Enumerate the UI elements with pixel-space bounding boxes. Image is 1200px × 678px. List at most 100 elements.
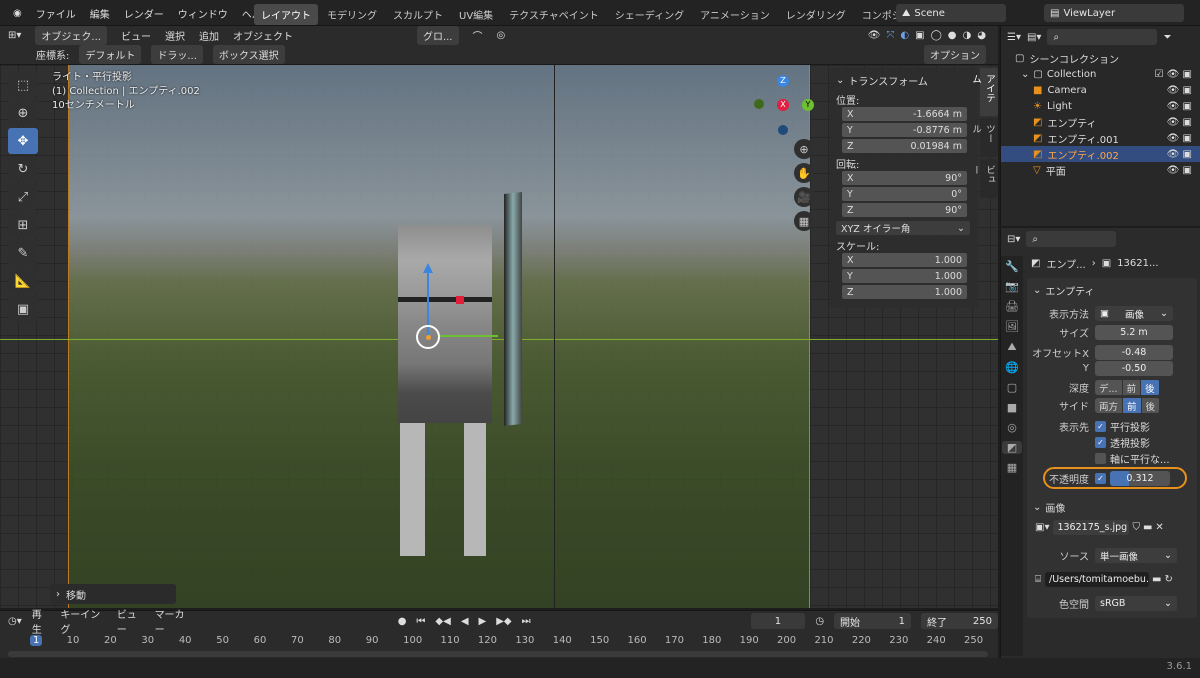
current-frame-field[interactable]: 1 [750, 613, 806, 629]
viewlayer-selector[interactable]: ▤ ViewLayer [1044, 4, 1184, 22]
gizmo-z-icon[interactable]: Z [777, 75, 789, 87]
colorspace-dropdown[interactable]: sRGB ⌄ [1095, 596, 1177, 611]
zoom-icon[interactable]: ⊕ [794, 139, 814, 159]
rotation-mode-dropdown[interactable]: XYZ オイラー角 ⌄ [836, 221, 970, 235]
frame-ruler[interactable]: 1 10 20 30 40 50 60 70 80 90 100 110 120 130 140 150 160… [0, 633, 998, 649]
box-select-dropdown[interactable]: ボックス選択 [212, 45, 285, 64]
solid-icon[interactable]: ● [948, 30, 957, 41]
tab-layout[interactable]: レイアウト [254, 4, 318, 25]
opacity-slider[interactable]: 0.312 [1110, 471, 1170, 486]
physics-tab-icon[interactable]: ◎ [1007, 421, 1017, 434]
timeline-view-menu[interactable]: ビュー [117, 606, 145, 636]
play-icon[interactable]: ▶ [479, 616, 487, 627]
image-name-field[interactable]: 1362175_s.jpg [1053, 520, 1130, 535]
filepath-field[interactable]: /Users/tomitamoebu... [1045, 572, 1149, 587]
outliner-item-empty[interactable]: ◩ エンプティ 👁 ▣ [1001, 114, 1200, 130]
rotation-z-field[interactable]: Z 90° [842, 203, 967, 217]
measure-tool-icon[interactable]: 📐 [8, 268, 38, 294]
depth-default-option[interactable]: デ... [1095, 380, 1122, 395]
blender-logo-icon[interactable]: ◉ [6, 8, 29, 19]
outliner-item-empty-002[interactable]: ◩ エンプティ.002 👁 ▣ [1001, 146, 1200, 162]
collection-tab-icon[interactable]: ▢ [1007, 381, 1017, 394]
wireframe-icon[interactable]: ◯ [931, 30, 942, 41]
outliner-item-light[interactable]: ☀ Light 👁 ▣ [1001, 98, 1200, 114]
gizmo-plane-handle[interactable] [456, 296, 464, 304]
annotate-tool-icon[interactable]: ✎ [8, 240, 38, 266]
perspective-checkbox[interactable]: ✓ [1095, 437, 1106, 448]
display-dropdown[interactable]: ▣ 画像 ⌄ [1095, 306, 1173, 321]
jump-end-icon[interactable]: ⏭ [522, 616, 531, 627]
jump-start-icon[interactable]: ⏮ [416, 616, 425, 627]
play-reverse-icon[interactable]: ◀ [461, 616, 469, 627]
editor-type-icon[interactable]: ⊞▾ [8, 30, 21, 41]
gizmo-y-icon[interactable]: Y [802, 99, 814, 111]
gizmo-y-arrow[interactable] [438, 335, 498, 337]
properties-search-input[interactable]: ⌕ [1026, 231, 1117, 247]
timeline-scrollbar[interactable] [8, 651, 988, 657]
xray-icon[interactable]: ▣ [915, 30, 924, 41]
depth-front-option[interactable]: 前 [1122, 380, 1141, 395]
proportional-icon[interactable]: ◎ [497, 30, 506, 41]
empty-section-header[interactable]: ⌄ エンプティ [1033, 283, 1095, 298]
side-back-option[interactable]: 後 [1141, 398, 1160, 413]
overlay-icon[interactable]: ◐ [900, 30, 909, 41]
axis-aligned-checkbox[interactable] [1095, 453, 1106, 464]
size-field[interactable]: 5.2 m [1095, 325, 1173, 340]
scale-tool-icon[interactable]: ⤢ [8, 184, 38, 210]
options-dropdown[interactable]: オプション [924, 45, 986, 64]
ortho-checkbox[interactable]: ✓ [1095, 421, 1106, 432]
empty-image-block[interactable] [398, 225, 492, 423]
orientation-dropdown[interactable]: グロ... [416, 26, 459, 45]
menu-window[interactable]: ウィンドウ [171, 6, 235, 21]
drag-dropdown[interactable]: ドラッ... [151, 45, 203, 64]
outliner-collection[interactable]: ⌄ ▢ Collection ☑ 👁 ▣ [1001, 66, 1200, 82]
source-dropdown[interactable]: 単一画像 ⌄ [1095, 548, 1177, 563]
timeline-editor-icon[interactable]: ◷▾ [8, 616, 22, 627]
outliner-scene-collection[interactable]: ▢ シーンコレクション [1001, 50, 1200, 66]
location-z-field[interactable]: Z 0.01984 m [842, 139, 967, 153]
end-frame-field[interactable]: 終了 250 [921, 613, 998, 629]
ortho-grid-icon[interactable]: ▦ [794, 211, 814, 231]
gizmo-x-icon[interactable]: X [777, 99, 789, 111]
output-tab-icon[interactable]: 🖨 [1005, 300, 1019, 313]
side-front-option[interactable]: 前 [1123, 398, 1141, 413]
select-tool-icon[interactable]: ⬚ [8, 72, 38, 98]
tab-tool[interactable]: ツール [970, 118, 998, 157]
menu-add[interactable]: 追加 [199, 28, 219, 43]
tab-animation[interactable]: アニメーション [693, 4, 777, 25]
tab-item[interactable]: アイテム [970, 68, 998, 116]
tab-uv[interactable]: UV編集 [452, 4, 500, 25]
add-cube-tool-icon[interactable]: ▣ [8, 296, 38, 322]
reload-icon[interactable]: ↻ [1164, 574, 1172, 585]
object-tab-icon[interactable]: ■ [1007, 401, 1017, 414]
side-both-option[interactable]: 両方 [1095, 398, 1123, 413]
playback-menu[interactable]: 再生 [32, 606, 51, 636]
prev-key-icon[interactable]: ◆◀ [435, 616, 450, 627]
menu-view[interactable]: ビュー [121, 28, 151, 43]
image-section-header[interactable]: ⌄ 画像 [1033, 500, 1065, 515]
menu-object[interactable]: オブジェクト [233, 28, 293, 43]
offset-y-field[interactable]: -0.50 [1095, 361, 1173, 376]
texture-tab-icon[interactable]: ▦ [1007, 461, 1017, 474]
location-y-field[interactable]: Y -0.8776 m [842, 123, 967, 137]
scale-x-field[interactable]: X 1.000 [842, 253, 967, 267]
gizmo-icon[interactable]: ⤧ [886, 30, 894, 41]
scale-y-field[interactable]: Y 1.000 [842, 269, 967, 283]
close-icon[interactable]: ✕ [1155, 522, 1163, 533]
tab-texture-paint[interactable]: テクスチャペイント [502, 4, 606, 25]
outliner-item-plane[interactable]: ▽ 平面 👁 ▣ [1001, 162, 1200, 178]
material-icon[interactable]: ◑ [963, 30, 972, 41]
camera-icon[interactable]: 🎥 [794, 187, 814, 207]
keying-menu[interactable]: キーイング [60, 606, 106, 636]
move-tool-icon[interactable]: ✥ [8, 128, 38, 154]
tab-view[interactable]: ビュー [970, 159, 998, 198]
display-mode-icon[interactable]: ▤▾ [1027, 32, 1041, 43]
offset-x-field[interactable]: -0.48 [1095, 345, 1173, 360]
outliner-item-empty-001[interactable]: ◩ エンプティ.001 👁 ▣ [1001, 130, 1200, 146]
tab-sculpt[interactable]: スカルプト [386, 4, 450, 25]
marker-menu[interactable]: マーカー [155, 606, 192, 636]
opacity-checkbox[interactable]: ✓ [1095, 473, 1106, 484]
tab-modeling[interactable]: モデリング [320, 4, 384, 25]
view-layer-tab-icon[interactable]: 🖼 [1005, 320, 1019, 333]
menu-select[interactable]: 選択 [165, 28, 185, 43]
